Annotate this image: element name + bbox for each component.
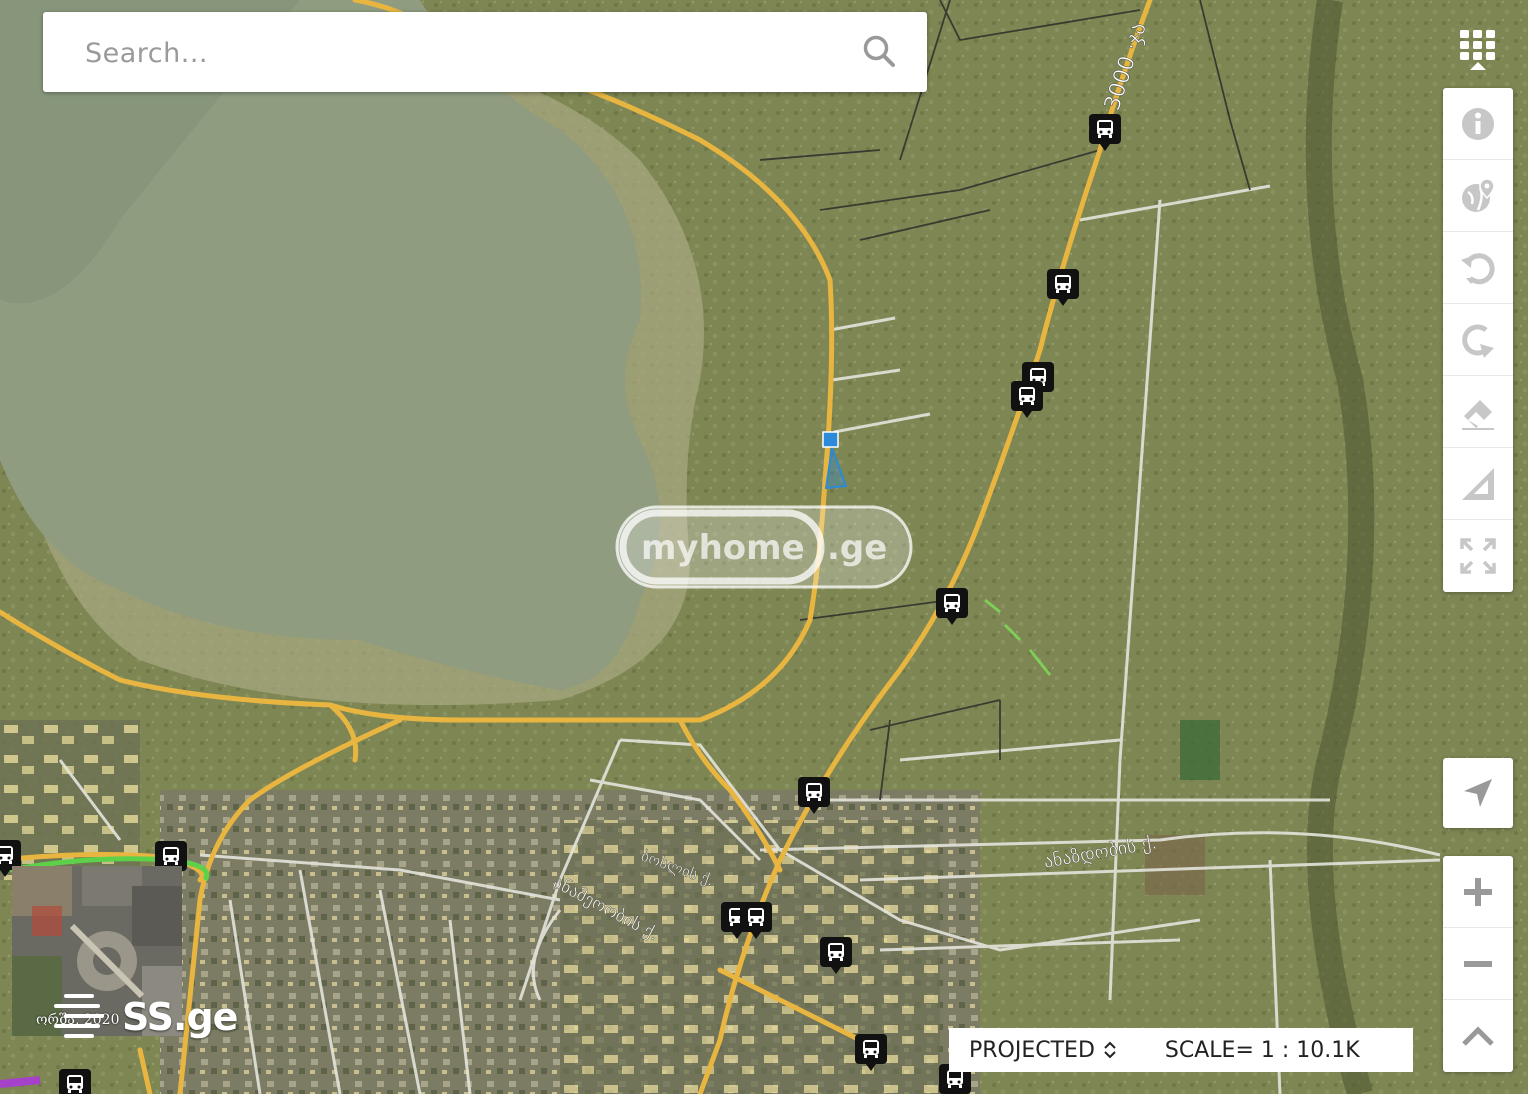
- ssge-wordmark: SS.ge: [122, 995, 238, 1039]
- search-icon[interactable]: [861, 33, 897, 69]
- myhome-watermark: myhome .ge: [615, 505, 913, 589]
- globe-pin-icon: [1462, 177, 1495, 212]
- eraser-icon: [1462, 399, 1494, 430]
- zoom-in-button[interactable]: [1443, 856, 1513, 928]
- rotate-ccw-icon: [1461, 252, 1495, 284]
- rotate-left-button[interactable]: [1443, 232, 1513, 304]
- locate-button[interactable]: [1443, 758, 1513, 828]
- map-tools-panel: [1443, 88, 1513, 592]
- chevron-updown-icon: [1104, 1041, 1116, 1059]
- rotate-cw-icon: [1462, 324, 1494, 358]
- info-icon: [1462, 107, 1494, 140]
- ruler-triangle-icon: [1462, 467, 1494, 500]
- projection-label: PROJECTED: [969, 1037, 1095, 1063]
- info-button[interactable]: [1443, 88, 1513, 160]
- rotate-right-button[interactable]: [1443, 304, 1513, 376]
- navigation-arrow-icon: [1464, 779, 1492, 807]
- field-patch: [1180, 720, 1220, 780]
- measure-button[interactable]: [1443, 448, 1513, 520]
- ssge-logo-mark: [54, 994, 104, 1038]
- fullscreen-icon: [1460, 538, 1496, 574]
- projection-selector[interactable]: PROJECTED: [969, 1038, 1117, 1063]
- scale-bar: PROJECTED SCALE= 1 : 10.1K: [949, 1028, 1413, 1072]
- watermark-right-text: .ge: [827, 528, 887, 568]
- search-bar: [43, 12, 927, 94]
- fullscreen-button[interactable]: [1443, 520, 1513, 592]
- globe-location-button[interactable]: [1443, 160, 1513, 232]
- purple-route: [0, 1076, 41, 1088]
- collapse-button[interactable]: [1443, 1000, 1513, 1072]
- scale-label: SCALE= 1 : 10.1K: [1164, 1037, 1360, 1063]
- minus-icon: [1464, 960, 1492, 967]
- search-input[interactable]: [83, 12, 847, 94]
- bus-stop-marker[interactable]: [59, 1069, 91, 1094]
- ssge-logo[interactable]: SS.ge: [50, 990, 238, 1044]
- plus-icon: [1464, 877, 1492, 906]
- zoom-out-button[interactable]: [1443, 928, 1513, 1000]
- chevron-up-icon: [1462, 1026, 1494, 1046]
- grid-apps-icon[interactable]: [1452, 22, 1504, 70]
- eraser-button[interactable]: [1443, 376, 1513, 448]
- watermark-left-text: myhome: [641, 528, 805, 568]
- zoom-controls: [1443, 856, 1513, 1072]
